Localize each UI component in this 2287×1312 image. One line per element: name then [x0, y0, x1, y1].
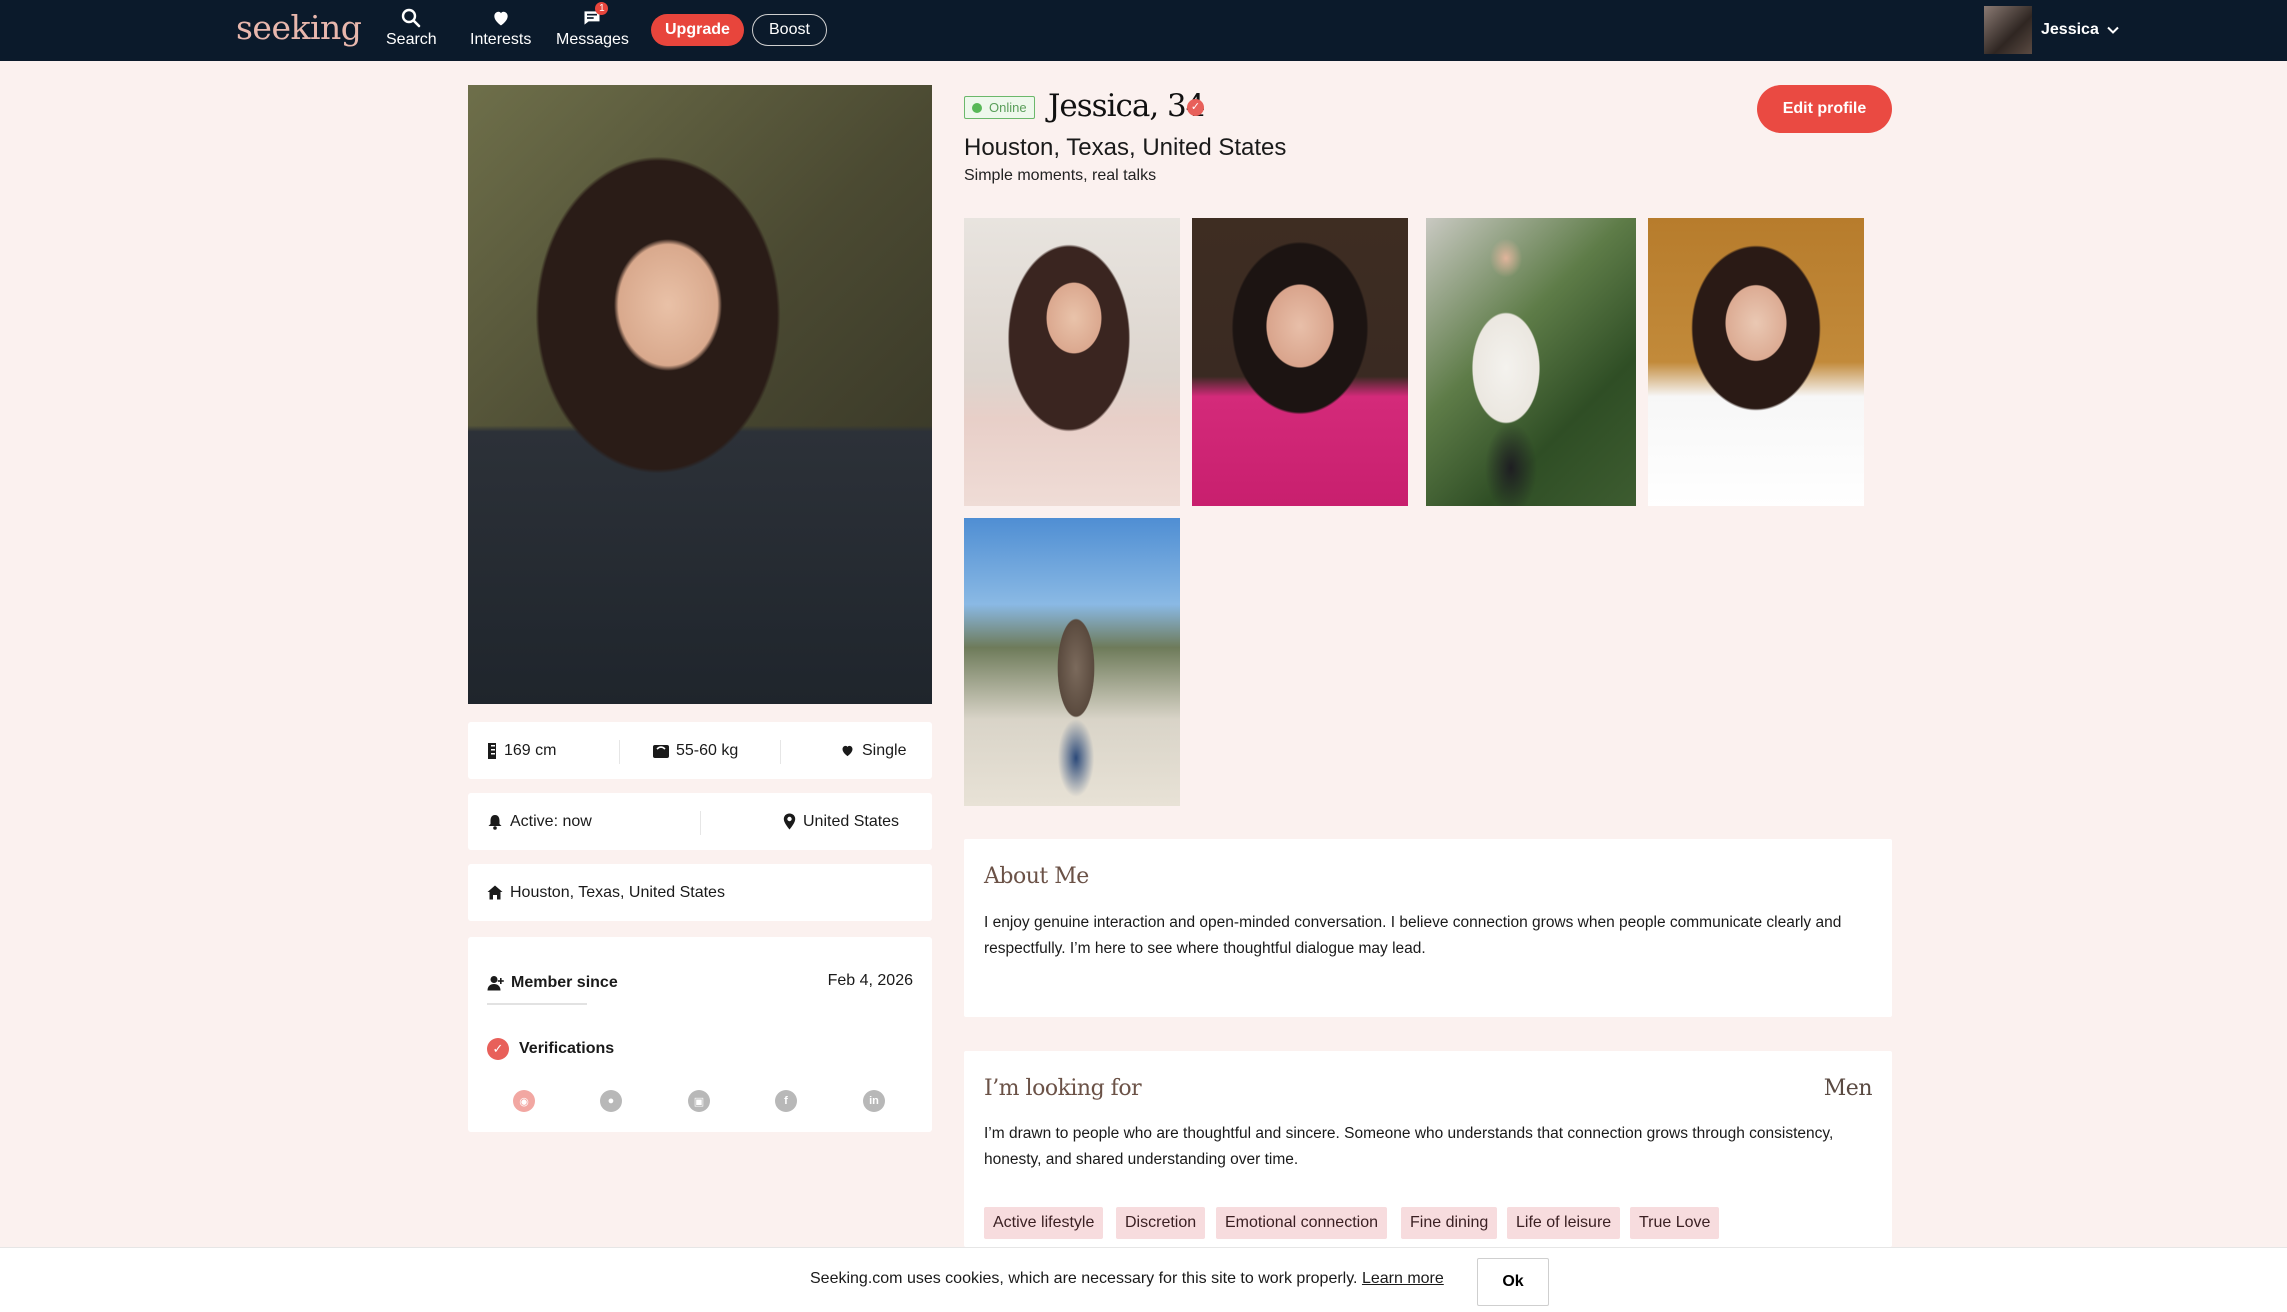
nav-search-label: Search: [386, 31, 437, 48]
user-add-icon: [487, 976, 504, 991]
interest-tag: Active lifestyle: [984, 1207, 1104, 1239]
nav-interests-label: Interests: [470, 31, 532, 48]
gallery-photo[interactable]: [964, 218, 1180, 506]
verifications-row: ✓ Verifications: [487, 1038, 614, 1060]
user-menu[interactable]: Jessica: [1984, 6, 2120, 54]
profile-verify-icon[interactable]: ●: [600, 1090, 622, 1112]
gallery-photo[interactable]: [1648, 218, 1864, 506]
divider: [780, 740, 781, 764]
gallery-photo[interactable]: [1192, 218, 1408, 506]
interest-tag: Emotional connection: [1216, 1207, 1387, 1239]
about-title: About Me: [984, 864, 1089, 889]
interest-tag: Fine dining: [1401, 1207, 1498, 1239]
profile-name: Jessica, 34: [1048, 88, 1206, 124]
interest-tag: True Love: [1630, 1207, 1720, 1239]
id-verify-icon[interactable]: ▣: [688, 1090, 710, 1112]
verifications-label: Verifications: [519, 1040, 615, 1057]
nav-interests[interactable]: Interests: [470, 8, 531, 49]
country-stat: United States: [783, 793, 899, 850]
looking-for-title: I’m looking for: [984, 1076, 1142, 1101]
heart-icon: [494, 11, 508, 26]
user-name: Jessica: [2041, 21, 2099, 38]
boost-button[interactable]: Boost: [752, 14, 827, 46]
about-body: I enjoy genuine interaction and open-min…: [984, 914, 1842, 957]
stats-card: 169 cm 55-60 kg Single: [468, 722, 932, 779]
looking-for-gender: Men: [1823, 1076, 1873, 1101]
home-stat: Houston, Texas, United States: [487, 864, 725, 921]
nav-messages-label: Messages: [556, 31, 629, 48]
profile-location: Houston, Texas, United States: [964, 134, 1287, 161]
weight-stat: 55-60 kg: [653, 722, 738, 779]
height-icon: [488, 742, 496, 759]
cookie-text: Seeking.com uses cookies, which are nece…: [810, 1270, 1444, 1287]
upgrade-button[interactable]: Upgrade: [651, 14, 744, 46]
online-badge: Online: [964, 96, 1035, 119]
gallery-photo[interactable]: [964, 518, 1180, 806]
scale-icon: [653, 744, 669, 758]
active-stat: Active: now: [487, 793, 592, 850]
member-since-label: Member since: [511, 974, 618, 991]
linkedin-icon[interactable]: in: [863, 1090, 885, 1112]
online-dot-icon: [972, 102, 982, 113]
verified-check-icon: ✓: [487, 1038, 509, 1060]
interest-tag: Life of leisure: [1507, 1207, 1621, 1239]
cookie-ok-button[interactable]: Ok: [1477, 1258, 1549, 1306]
about-section: About Me I enjoy genuine interaction and…: [964, 839, 1892, 1017]
interest-tag: Discretion: [1116, 1207, 1206, 1239]
member-since-row: Member since: [487, 974, 618, 992]
looking-for-body: I’m drawn to people who are thoughtful a…: [984, 1125, 1834, 1168]
learn-more-link[interactable]: Learn more: [1362, 1270, 1444, 1287]
profile-tagline: Simple moments, real talks: [964, 167, 1157, 184]
height-stat: 169 cm: [487, 722, 556, 779]
messages-badge: 1: [595, 2, 609, 15]
edit-profile-button[interactable]: Edit profile: [1757, 85, 1892, 133]
gallery-photo[interactable]: [1426, 218, 1636, 506]
divider: [700, 811, 701, 835]
verified-badge-icon: ✓: [1187, 99, 1204, 116]
divider: [619, 740, 620, 764]
member-since-value: Feb 4, 2026: [827, 972, 913, 989]
chevron-down-icon: [2107, 26, 2119, 34]
cookie-banner: Seeking.com uses cookies, which are nece…: [0, 1247, 2287, 1312]
heart-icon: [842, 745, 853, 757]
nav-messages[interactable]: 1 Messages: [556, 2, 629, 49]
membership-card: Member since Feb 4, 2026 ✓ Verifications…: [468, 937, 932, 1132]
main-profile-photo[interactable]: [468, 85, 932, 704]
home-card: Houston, Texas, United States: [468, 864, 932, 921]
location-pin-icon: [783, 813, 796, 830]
divider: [487, 1003, 587, 1005]
search-icon: [402, 8, 421, 28]
facebook-icon[interactable]: f: [775, 1090, 797, 1112]
bell-icon: [488, 814, 502, 830]
activity-card: Active: now United States: [468, 793, 932, 850]
nav-search[interactable]: Search: [386, 8, 437, 49]
relationship-stat: Single: [840, 722, 906, 779]
home-icon: [487, 885, 503, 900]
seeking-logo[interactable]: seeking: [236, 8, 362, 47]
photo-verify-icon[interactable]: ◉: [513, 1090, 535, 1112]
avatar: [1984, 6, 2032, 54]
top-nav: seeking Search Interests 1 Messages Upgr…: [0, 0, 2287, 61]
